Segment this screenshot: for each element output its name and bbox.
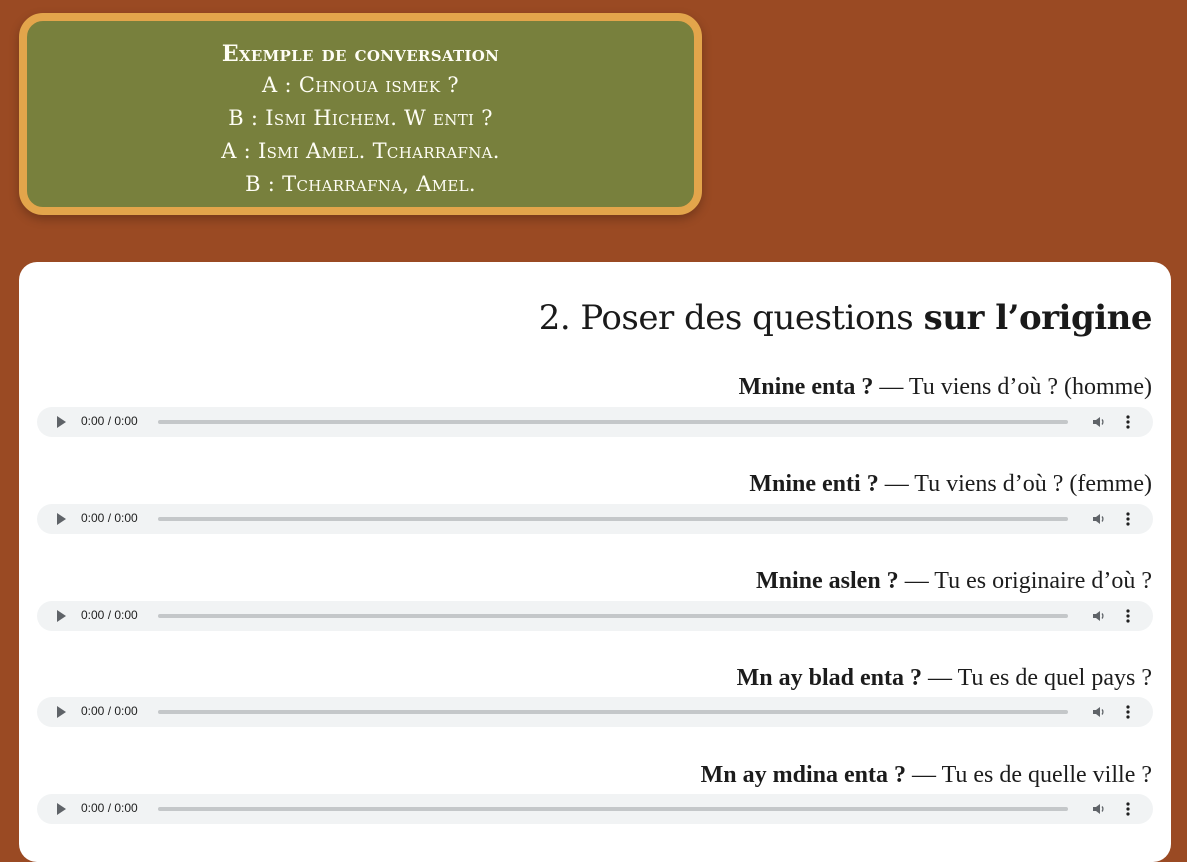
phrase-translation: — Tu es originaire d’où ? bbox=[898, 568, 1152, 594]
lesson-card: 2. Poser des questions sur l’origine Mni… bbox=[19, 262, 1171, 862]
play-icon[interactable] bbox=[57, 610, 66, 622]
section-title-regular: 2. Poser des questions bbox=[538, 298, 924, 338]
progress-track[interactable] bbox=[158, 420, 1068, 424]
phrase-label: Mn ay mdina enta ? — Tu es de quelle vil… bbox=[701, 762, 1152, 789]
more-options-icon[interactable] bbox=[1122, 704, 1134, 720]
more-options-icon[interactable] bbox=[1122, 511, 1134, 527]
phrase-arabic: Mnine aslen ? bbox=[756, 568, 899, 594]
phrase-translation: — Tu es de quelle ville ? bbox=[906, 762, 1152, 788]
phrase-arabic: Mnine enta ? bbox=[738, 374, 874, 400]
audio-player[interactable]: 0:00 / 0:00 bbox=[37, 407, 1153, 437]
volume-icon[interactable] bbox=[1092, 415, 1106, 429]
conversation-title: Exemple de conversation bbox=[221, 41, 500, 67]
audio-player[interactable]: 0:00 / 0:00 bbox=[37, 794, 1153, 824]
volume-icon[interactable] bbox=[1092, 512, 1106, 526]
time-display: 0:00 / 0:00 bbox=[81, 801, 138, 815]
time-display: 0:00 / 0:00 bbox=[81, 414, 138, 428]
phrase-translation: — Tu viens d’où ? (femme) bbox=[878, 471, 1152, 497]
progress-track[interactable] bbox=[158, 517, 1068, 521]
progress-track[interactable] bbox=[158, 807, 1068, 811]
phrase-label: Mnine enta ? — Tu viens d’où ? (homme) bbox=[739, 374, 1152, 401]
more-options-icon[interactable] bbox=[1122, 608, 1134, 624]
audio-player[interactable]: 0:00 / 0:00 bbox=[37, 697, 1153, 727]
more-options-icon[interactable] bbox=[1122, 414, 1134, 430]
phrase-arabic: Mn ay mdina enta ? bbox=[700, 762, 907, 788]
phrase-label: Mnine enti ? — Tu viens d’où ? (femme) bbox=[749, 471, 1152, 498]
audio-player[interactable]: 0:00 / 0:00 bbox=[37, 601, 1153, 631]
volume-icon[interactable] bbox=[1092, 609, 1106, 623]
time-display: 0:00 / 0:00 bbox=[81, 704, 138, 718]
conversation-line: B : Tcharrafna, Amel. bbox=[245, 172, 476, 196]
play-icon[interactable] bbox=[57, 416, 66, 428]
play-icon[interactable] bbox=[57, 513, 66, 525]
phrase-label: Mnine aslen ? — Tu es originaire d’où ? bbox=[756, 568, 1152, 595]
audio-player[interactable]: 0:00 / 0:00 bbox=[37, 504, 1153, 534]
phrase-label: Mn ay blad enta ? — Tu es de quel pays ? bbox=[737, 665, 1152, 692]
play-icon[interactable] bbox=[57, 706, 66, 718]
time-display: 0:00 / 0:00 bbox=[81, 608, 138, 622]
play-icon[interactable] bbox=[57, 803, 66, 815]
conversation-line: A : Chnoua ismek ? bbox=[262, 73, 459, 97]
conversation-line: B : Ismi Hichem. W enti ? bbox=[228, 106, 493, 130]
progress-track[interactable] bbox=[158, 710, 1068, 714]
phrase-arabic: Mn ay blad enta ? bbox=[736, 665, 922, 691]
phrase-translation: — Tu viens d’où ? (homme) bbox=[873, 374, 1152, 400]
section-title-bold: sur l’origine bbox=[923, 298, 1153, 338]
volume-icon[interactable] bbox=[1092, 802, 1106, 816]
progress-track[interactable] bbox=[158, 614, 1068, 618]
time-display: 0:00 / 0:00 bbox=[81, 511, 138, 525]
section-title: 2. Poser des questions sur l’origine bbox=[538, 298, 1153, 338]
conversation-line: A : Ismi Amel. Tcharrafna. bbox=[221, 139, 500, 163]
volume-icon[interactable] bbox=[1092, 705, 1106, 719]
conversation-example-box: Exemple de conversation A : Chnoua ismek… bbox=[19, 13, 702, 215]
phrase-arabic: Mnine enti ? bbox=[749, 471, 879, 497]
more-options-icon[interactable] bbox=[1122, 801, 1134, 817]
phrase-translation: — Tu es de quel pays ? bbox=[922, 665, 1152, 691]
